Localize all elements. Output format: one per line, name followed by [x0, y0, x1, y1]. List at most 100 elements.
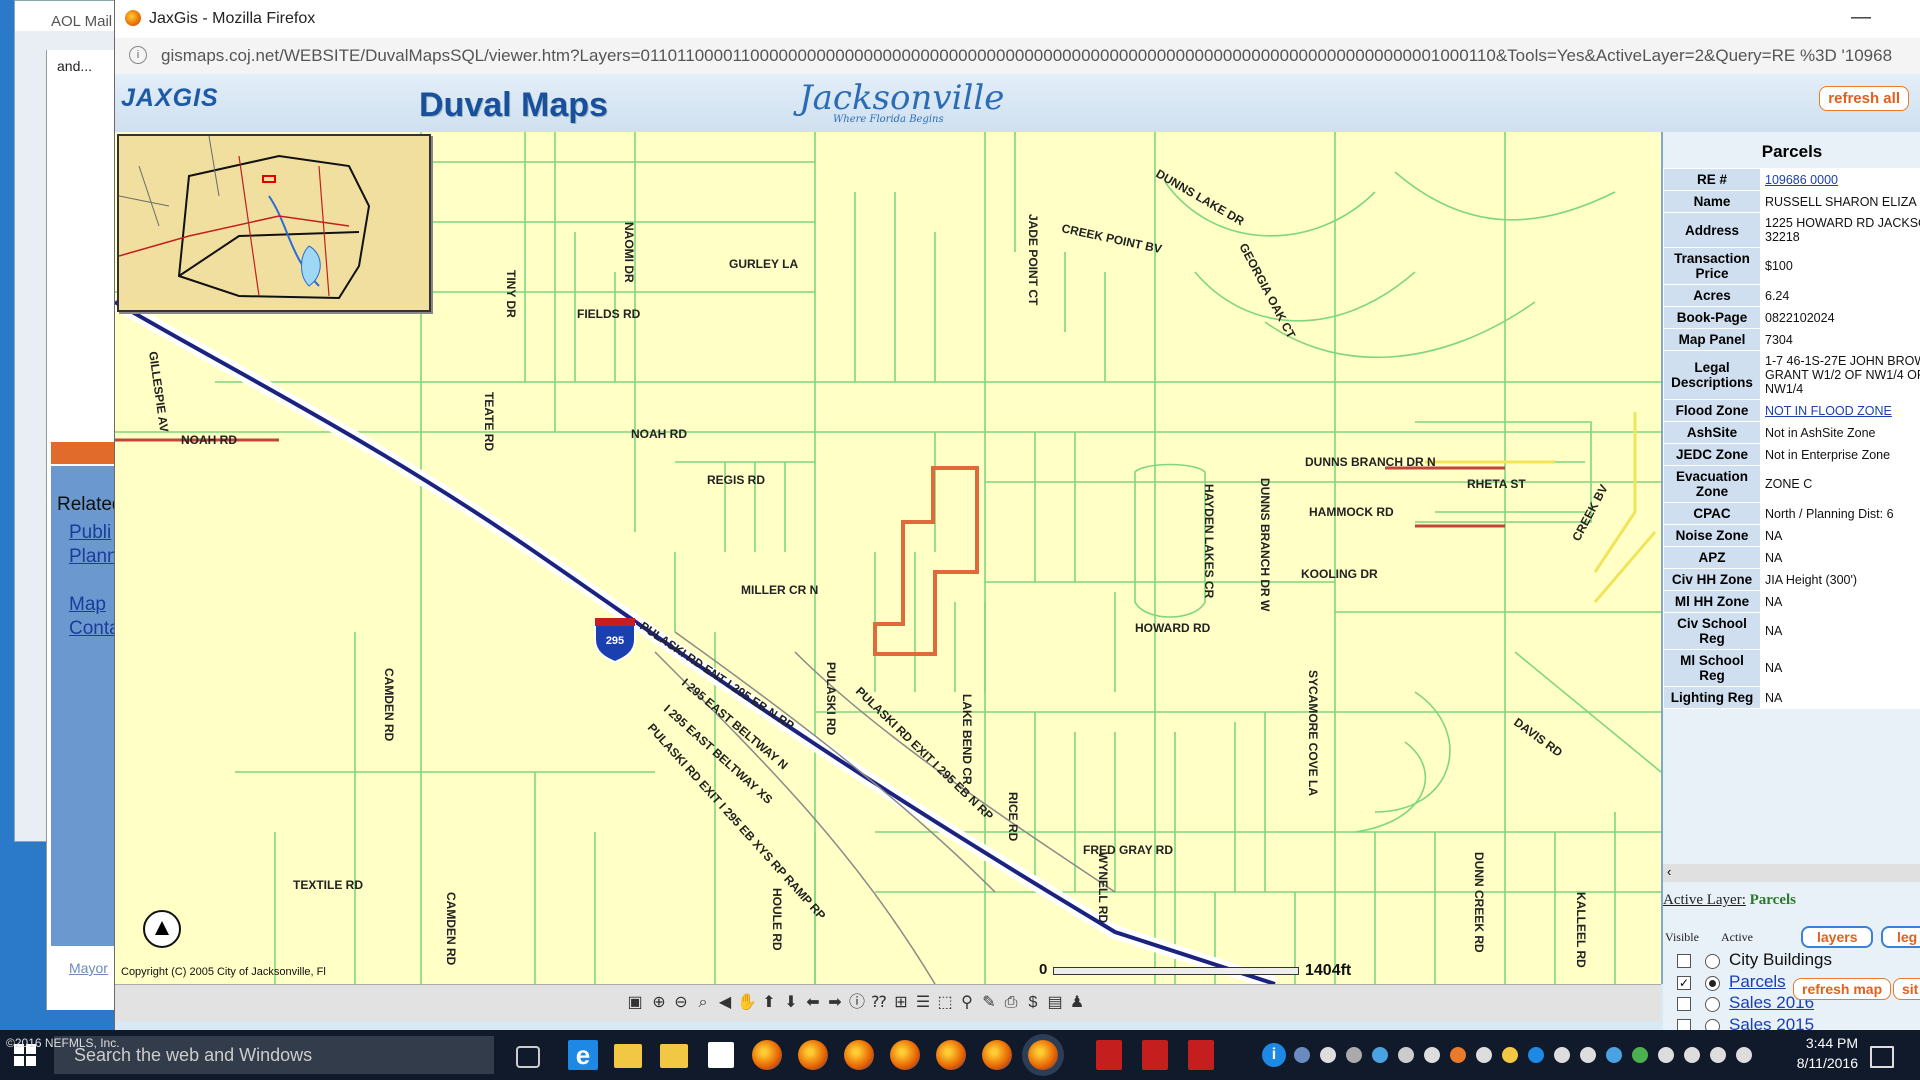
- firefox-taskbar-icon-3[interactable]: [844, 1040, 874, 1070]
- firefox-taskbar-icon-2[interactable]: [798, 1040, 828, 1070]
- pan-east-icon[interactable]: ➡: [825, 993, 845, 1013]
- tray-icon-9[interactable]: [1502, 1047, 1518, 1063]
- taskbar-search[interactable]: Search the web and Windows: [54, 1036, 494, 1074]
- overview-inset-map[interactable]: [117, 134, 431, 312]
- attribute-link[interactable]: 109686 0000: [1765, 173, 1838, 187]
- back-icon[interactable]: ◀: [715, 993, 735, 1013]
- search-icon[interactable]: ⚲: [957, 993, 977, 1013]
- related-link-3[interactable]: Map: [69, 594, 106, 616]
- sales-icon[interactable]: $: [1023, 993, 1043, 1013]
- tab-legend[interactable]: leg: [1881, 926, 1920, 948]
- action-center-icon[interactable]: [1870, 1046, 1894, 1068]
- attribute-value: NA: [1760, 524, 1920, 547]
- tray-icon-6[interactable]: [1424, 1047, 1440, 1063]
- scroll-left-icon[interactable]: ‹: [1667, 864, 1671, 879]
- pan-west-icon[interactable]: ⬅: [803, 993, 823, 1013]
- tray-icon-4[interactable]: [1372, 1047, 1388, 1063]
- tray-icon-3[interactable]: [1346, 1047, 1362, 1063]
- pan-north-icon[interactable]: ⬆: [759, 993, 779, 1013]
- page-header: JAXGIS Duval Maps Jacksonville Where Flo…: [115, 74, 1920, 132]
- tray-time[interactable]: 3:44 PM: [1806, 1035, 1858, 1051]
- task-view-icon[interactable]: [516, 1046, 540, 1068]
- pan-icon[interactable]: ✋: [737, 993, 757, 1013]
- volume-icon[interactable]: [1736, 1047, 1752, 1063]
- clear-icon[interactable]: ▣: [625, 993, 645, 1013]
- road-hammock: HAMMOCK RD: [1309, 505, 1394, 519]
- tray-icon-12[interactable]: [1580, 1047, 1596, 1063]
- tray-icon-10[interactable]: [1528, 1047, 1544, 1063]
- address-bar[interactable]: i gismaps.coj.net/WEBSITE/DuvalMapsSQL/v…: [115, 38, 1920, 75]
- select-icon[interactable]: ⬚: [935, 993, 955, 1013]
- map-canvas[interactable]: 295 GURLEY LA FIELDS RD NAOMI DR TINY DR…: [115, 132, 1663, 984]
- tray-icon-5[interactable]: [1398, 1047, 1414, 1063]
- query-icon[interactable]: ⁇: [869, 993, 889, 1013]
- layer-active-radio[interactable]: [1705, 975, 1720, 991]
- pdf-icon-2[interactable]: [1142, 1040, 1168, 1070]
- layer-name[interactable]: Sales 2015: [1729, 1015, 1814, 1030]
- export-icon[interactable]: ▤: [1045, 993, 1065, 1013]
- firefox-taskbar-icon-active[interactable]: [1028, 1040, 1058, 1070]
- firefox-taskbar-icon-5[interactable]: [936, 1040, 966, 1070]
- tray-icon-11[interactable]: [1554, 1047, 1570, 1063]
- layer-visible-checkbox[interactable]: ✓: [1677, 975, 1691, 990]
- related-link-2[interactable]: Plann: [69, 546, 118, 568]
- pdf-icon-1[interactable]: [1096, 1040, 1122, 1070]
- layer-name[interactable]: Parcels: [1729, 972, 1786, 992]
- zoom-full-icon[interactable]: ⌕: [693, 993, 713, 1013]
- identify-icon[interactable]: ⓘ: [847, 993, 867, 1013]
- tray-icon-1[interactable]: [1294, 1047, 1310, 1063]
- print-icon[interactable]: ⎙: [1001, 993, 1021, 1013]
- firefox-taskbar-icon-6[interactable]: [982, 1040, 1012, 1070]
- street-view-icon[interactable]: ♟: [1067, 993, 1087, 1013]
- erase-icon[interactable]: ✎: [979, 993, 999, 1013]
- list-icon[interactable]: ☰: [913, 993, 933, 1013]
- firefox-taskbar-icon-1[interactable]: [752, 1040, 782, 1070]
- battery-icon[interactable]: [1684, 1047, 1700, 1063]
- horizontal-scrollbar[interactable]: ‹: [1663, 864, 1920, 882]
- layer-name[interactable]: City Buildings: [1729, 950, 1832, 970]
- file-explorer-icon[interactable]: [614, 1044, 642, 1068]
- layer-active-radio[interactable]: [1705, 997, 1720, 1013]
- selected-parcel-outline[interactable]: [873, 466, 979, 656]
- layer-active-radio[interactable]: [1705, 954, 1720, 969]
- refresh-map-button[interactable]: refresh map: [1793, 978, 1892, 1000]
- layer-active-radio[interactable]: [1705, 1018, 1720, 1030]
- tray-date[interactable]: 8/11/2016: [1797, 1055, 1858, 1071]
- layer-visible-checkbox[interactable]: [1677, 954, 1691, 968]
- edge-icon[interactable]: e: [568, 1040, 598, 1070]
- attribute-link[interactable]: NOT IN FLOOD ZONE: [1765, 404, 1892, 418]
- minimize-button[interactable]: —: [1851, 6, 1871, 29]
- site-button[interactable]: sit: [1893, 978, 1920, 1000]
- layer-visible-checkbox[interactable]: [1677, 997, 1691, 1012]
- attribute-value: 6.24: [1760, 284, 1920, 307]
- tab-layers[interactable]: layers: [1801, 926, 1874, 948]
- info-tray-icon[interactable]: i: [1262, 1043, 1286, 1067]
- road-creek-point: CREEK POINT BV: [1060, 221, 1163, 256]
- wifi-icon[interactable]: [1710, 1047, 1726, 1063]
- bluetooth-icon[interactable]: [1606, 1047, 1622, 1063]
- mayor-link[interactable]: Mayor: [69, 960, 108, 976]
- measure-icon[interactable]: ⊞: [891, 993, 911, 1013]
- attribute-row: Acres 6.24: [1663, 284, 1920, 307]
- store-icon[interactable]: [708, 1042, 734, 1068]
- firefox-taskbar-icon-4[interactable]: [890, 1040, 920, 1070]
- layer-row[interactable]: Sales 2015: [1663, 1015, 1920, 1030]
- attribute-value: NA: [1760, 590, 1920, 613]
- tray-icon-8[interactable]: [1476, 1047, 1492, 1063]
- pan-south-icon[interactable]: ⬇: [781, 993, 801, 1013]
- folder-icon[interactable]: [660, 1044, 688, 1068]
- layer-visible-checkbox[interactable]: [1677, 1018, 1691, 1030]
- tab-label[interactable]: and...: [57, 58, 92, 74]
- zoom-out-icon[interactable]: ⊖: [671, 993, 691, 1013]
- pdf-icon-3[interactable]: [1188, 1040, 1214, 1070]
- zoom-in-icon[interactable]: ⊕: [649, 993, 669, 1013]
- info-icon[interactable]: i: [129, 46, 147, 64]
- tray-icon-2[interactable]: [1320, 1047, 1336, 1063]
- related-link-4[interactable]: Conta: [69, 618, 120, 640]
- refresh-all-button[interactable]: refresh all: [1819, 86, 1909, 111]
- tray-icon-14[interactable]: [1658, 1047, 1674, 1063]
- url-text[interactable]: gismaps.coj.net/WEBSITE/DuvalMapsSQL/vie…: [161, 46, 1911, 66]
- related-link-1[interactable]: Publi: [69, 522, 111, 544]
- tray-icon-7[interactable]: [1450, 1047, 1466, 1063]
- tray-icon-13[interactable]: [1632, 1047, 1648, 1063]
